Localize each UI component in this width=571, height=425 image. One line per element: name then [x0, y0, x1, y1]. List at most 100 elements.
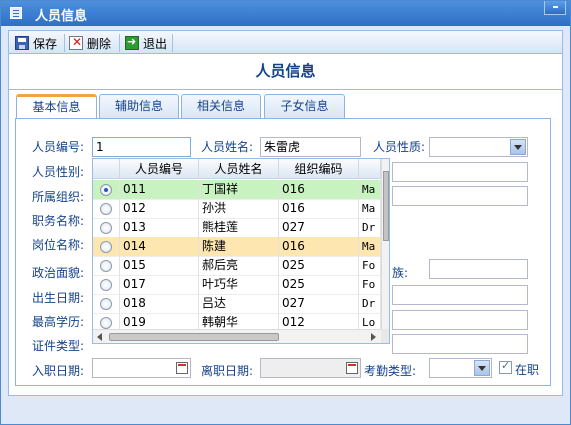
- row-radio[interactable]: [100, 184, 112, 196]
- cell-emp-no: 015: [120, 256, 199, 276]
- cell-emp-no: 014: [120, 237, 199, 257]
- exit-icon: [125, 35, 139, 50]
- row-radio[interactable]: [100, 279, 112, 291]
- birth-extra-field[interactable]: [392, 285, 528, 305]
- ethnic-input[interactable]: [429, 259, 528, 279]
- id-type-label: 证件类型:: [32, 339, 85, 353]
- save-button[interactable]: 保存: [15, 33, 57, 53]
- table-row[interactable]: 018 吕达 027 Dr: [93, 294, 381, 314]
- leave-date-input[interactable]: [260, 358, 361, 378]
- title-label: 职务名称:: [32, 214, 85, 228]
- cell-org-code: 027: [279, 294, 359, 314]
- scroll-thumb[interactable]: [109, 333, 279, 341]
- row-radio[interactable]: [100, 260, 112, 272]
- cell-extra: Dr: [359, 218, 381, 238]
- row-radio-cell[interactable]: [93, 218, 120, 238]
- row-radio[interactable]: [100, 241, 112, 253]
- cell-emp-no: 012: [120, 199, 199, 219]
- emp-name-label: 人员姓名:: [201, 140, 254, 154]
- grid-col-org-code[interactable]: 组织编码: [279, 159, 359, 179]
- grid-header: 人员编号 人员姓名 组织编码: [93, 159, 381, 179]
- table-row[interactable]: 013 熊桂莲 027 Dr: [93, 218, 381, 238]
- row-radio-cell[interactable]: [93, 199, 120, 219]
- emp-name-input[interactable]: 朱雷虎: [260, 137, 361, 157]
- grid-header-radio: [93, 159, 120, 179]
- on-duty-checkbox[interactable]: [499, 359, 512, 374]
- emp-no-input[interactable]: 1: [92, 137, 191, 157]
- cell-org-code: 027: [279, 218, 359, 238]
- cell-extra: Ma: [359, 199, 381, 219]
- chevron-down-icon[interactable]: [474, 360, 490, 376]
- minimize-button[interactable]: [544, 1, 566, 15]
- emp-nature-select[interactable]: [429, 137, 528, 157]
- scroll-thumb[interactable]: [383, 171, 389, 241]
- emp-nature-label: 人员性质:: [373, 140, 426, 154]
- chevron-down-icon[interactable]: [510, 139, 526, 155]
- on-duty-label: 在职: [515, 363, 540, 377]
- grid-col-emp-no[interactable]: 人员编号: [120, 159, 199, 179]
- emp-extra-field-row2[interactable]: [392, 162, 528, 182]
- table-row[interactable]: 017 叶巧华 025 Fo: [93, 275, 381, 295]
- attendance-label: 考勤类型:: [364, 364, 417, 378]
- tab-basic-info[interactable]: 基本信息: [16, 94, 97, 119]
- post-label: 岗位名称:: [32, 238, 85, 252]
- grid-col-emp-name[interactable]: 人员姓名: [199, 159, 279, 179]
- leave-date-label: 离职日期:: [201, 364, 254, 378]
- row-radio-cell[interactable]: [93, 237, 120, 257]
- cell-extra: Fo: [359, 275, 381, 295]
- grid-vertical-scrollbar[interactable]: [381, 159, 389, 329]
- cell-org-code: 016: [279, 199, 359, 219]
- delete-icon: [69, 35, 83, 50]
- employee-lookup-grid[interactable]: 人员编号 人员姓名 组织编码 011 丁国祥 016 Ma 012 孙洪 016 Ma 013 熊…: [92, 158, 390, 344]
- row-radio[interactable]: [100, 203, 112, 215]
- cell-emp-no: 017: [120, 275, 199, 295]
- table-row[interactable]: 015 郝后亮 025 Fo: [93, 256, 381, 276]
- cell-emp-name: 吕达: [199, 294, 279, 314]
- delete-button[interactable]: 删除: [69, 33, 111, 53]
- scroll-right-icon[interactable]: [371, 333, 376, 341]
- table-row[interactable]: 014 陈建 016 Ma: [93, 237, 381, 257]
- ethnic-label: 族:: [392, 266, 409, 280]
- hire-date-input[interactable]: [92, 358, 191, 378]
- row-radio-cell[interactable]: [93, 256, 120, 276]
- save-icon: [15, 36, 29, 50]
- row-radio-cell[interactable]: [93, 275, 120, 295]
- table-row[interactable]: 011 丁国祥 016 Ma: [93, 180, 381, 200]
- delete-label: 删除: [87, 36, 112, 51]
- cell-emp-name: 叶巧华: [199, 275, 279, 295]
- cell-extra: Fo: [359, 256, 381, 276]
- exit-label: 退出: [143, 36, 168, 51]
- exit-button[interactable]: 退出: [125, 33, 167, 53]
- calendar-icon[interactable]: [346, 362, 358, 374]
- row-radio[interactable]: [100, 222, 112, 234]
- cell-emp-name: 陈建: [199, 237, 279, 257]
- grid-horizontal-scrollbar[interactable]: [93, 329, 381, 343]
- scroll-left-icon[interactable]: [97, 333, 102, 341]
- title-bar[interactable]: 人员信息: [1, 1, 570, 26]
- toolbar: 保存 删除 退出: [8, 30, 563, 54]
- politics-label: 政治面貌:: [32, 266, 85, 280]
- cell-org-code: 016: [279, 237, 359, 257]
- grid-col-extra[interactable]: [359, 159, 381, 179]
- cell-emp-no: 018: [120, 294, 199, 314]
- cell-emp-name: 熊桂莲: [199, 218, 279, 238]
- education-extra-field[interactable]: [392, 310, 528, 330]
- table-row[interactable]: 012 孙洪 016 Ma: [93, 199, 381, 219]
- cell-org-code: 025: [279, 256, 359, 276]
- cell-emp-name: 丁国祥: [199, 180, 279, 200]
- id-number-field[interactable]: [392, 334, 528, 354]
- tab-aux-info[interactable]: 辅助信息: [99, 94, 179, 118]
- org-label: 所属组织:: [32, 190, 85, 204]
- tab-children-info[interactable]: 子女信息: [264, 94, 345, 118]
- row-radio-cell[interactable]: [93, 294, 120, 314]
- calendar-icon[interactable]: [176, 362, 188, 374]
- org-extra-field[interactable]: [392, 186, 528, 206]
- cell-extra: Dr: [359, 294, 381, 314]
- attendance-select[interactable]: [429, 358, 492, 378]
- row-radio-cell[interactable]: [93, 180, 120, 200]
- row-radio[interactable]: [100, 298, 112, 310]
- tab-related-info[interactable]: 相关信息: [181, 94, 261, 118]
- row-radio[interactable]: [100, 317, 112, 329]
- birth-label: 出生日期:: [32, 291, 85, 305]
- cell-emp-name: 郝后亮: [199, 256, 279, 276]
